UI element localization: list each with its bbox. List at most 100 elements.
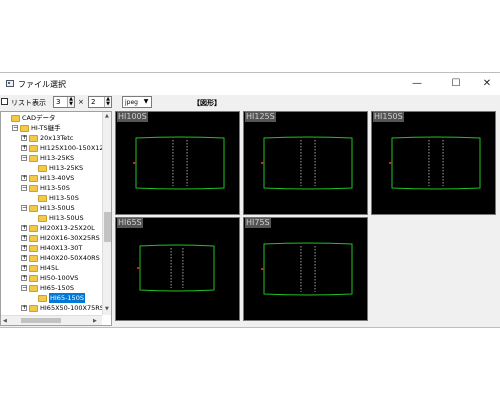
expand-icon[interactable]: + (21, 305, 27, 311)
folder-open-icon (29, 155, 38, 162)
window-title: ファイル選択 (18, 80, 66, 89)
drawing-preview (261, 242, 353, 296)
folder-icon (38, 165, 47, 172)
tree-node-label: HI50-100VS (40, 274, 79, 282)
tree-node[interactable]: HI13-25KS (1, 163, 101, 173)
origin-marker (261, 162, 264, 164)
folder-icon (38, 215, 47, 222)
tree-node[interactable]: HI65-150S (1, 293, 101, 303)
folder-icon (29, 225, 38, 232)
tree-node-label: HI40X20-50X40RS (40, 254, 100, 262)
expand-icon[interactable]: + (21, 245, 27, 251)
tree-vertical-scrollbar[interactable]: ▲ ▼ (102, 112, 111, 315)
tree-node[interactable]: − HI13-50S (1, 183, 101, 193)
app-icon (6, 80, 14, 87)
tree-node[interactable]: HI13-50US (1, 213, 101, 223)
thumbnail-tile[interactable]: HI125S (243, 111, 368, 215)
rows-spinner[interactable]: 2 ▲ ▼ (88, 96, 112, 108)
tree-node-label: HI13-50S (49, 194, 79, 202)
folder-icon (29, 255, 38, 262)
tree-node[interactable]: + HI20X13-25X20L (1, 223, 101, 233)
part-outline (263, 242, 353, 296)
list-view-label: リスト表示 (11, 99, 46, 107)
expand-icon[interactable]: + (21, 225, 27, 231)
figure-label: 【図形】 (193, 99, 221, 107)
tree-node[interactable]: + HI20X16-30X25RS (1, 233, 101, 243)
folder-open-icon (29, 185, 38, 192)
tree-node-label: HI13-40VS (40, 174, 75, 182)
expand-icon[interactable]: + (21, 145, 27, 151)
columns-spin-arrows-icon[interactable]: ▲ ▼ (67, 97, 74, 107)
collapse-icon[interactable]: − (21, 185, 27, 191)
rows-value: 2 (91, 98, 96, 106)
rows-spin-arrows-icon[interactable]: ▲ ▼ (104, 97, 111, 107)
format-select[interactable]: jpeg ▼ (122, 96, 152, 108)
expand-icon[interactable]: + (21, 135, 27, 141)
tree-node-label: HI13-50S (40, 184, 70, 192)
part-outline (263, 136, 353, 190)
tree-hscroll-thumb[interactable] (21, 318, 61, 323)
folder-icon (29, 245, 38, 252)
thumbnail-tile[interactable]: HI100S (115, 111, 240, 215)
tree-vscroll-thumb[interactable] (104, 212, 111, 242)
collapse-icon[interactable]: − (21, 205, 27, 211)
collapse-icon[interactable]: − (12, 125, 18, 131)
maximize-button[interactable]: ☐ (443, 75, 469, 93)
thumbnail-tile[interactable]: HI75S (243, 217, 368, 321)
expand-icon[interactable]: + (21, 265, 27, 271)
tree-node-label: 20x13Tetc (40, 134, 74, 142)
thumbnail-label: HI65S (117, 218, 143, 228)
tree-node-label: HI20X13-25X20L (40, 224, 95, 232)
columns-spinner[interactable]: 3 ▲ ▼ (53, 96, 75, 108)
collapse-icon[interactable]: − (21, 285, 27, 291)
folder-icon (29, 135, 38, 142)
folder-icon (29, 275, 38, 282)
tree-node[interactable]: − HI13-25KS (1, 153, 101, 163)
scroll-left-icon[interactable]: ◀ (3, 318, 7, 324)
tree-node[interactable]: HI13-50S (1, 193, 101, 203)
scroll-up-icon[interactable]: ▲ (105, 113, 109, 119)
expand-icon[interactable]: + (21, 175, 27, 181)
tree-node[interactable]: CADデータ (1, 113, 101, 123)
tree-node-label: CADデータ (22, 114, 56, 122)
drawing-preview (389, 136, 481, 190)
tree-node[interactable]: + HI65X50-100X75RS (1, 303, 104, 313)
minimize-button[interactable]: — (404, 75, 430, 93)
tree-node[interactable]: − HI13-50US (1, 203, 101, 213)
folder-tree: CADデータ − HI-TS継手 +20x13Tetc + HI125X100-150X1… (0, 111, 112, 326)
tree-horizontal-scrollbar[interactable]: ◀ ▶ (1, 315, 102, 325)
origin-marker (261, 268, 264, 270)
expand-icon[interactable]: + (21, 235, 27, 241)
tree-node-label: HI13-50US (40, 204, 75, 212)
tree-node-label: HI13-25KS (49, 164, 84, 172)
scroll-down-icon[interactable]: ▼ (105, 306, 109, 312)
columns-value: 3 (56, 98, 61, 106)
thumbnail-label: HI100S (117, 112, 148, 122)
thumbnail-tile[interactable]: HI65S (115, 217, 240, 321)
collapse-icon[interactable]: − (21, 155, 27, 161)
tree-node-label: HI13-50US (49, 214, 84, 222)
tree-node[interactable]: +20x13Tetc (1, 133, 101, 143)
thumbnail-label: HI125S (245, 112, 276, 122)
scroll-right-icon[interactable]: ▶ (93, 318, 97, 324)
expand-icon[interactable]: + (21, 275, 27, 281)
origin-marker (133, 162, 136, 164)
chevron-down-icon[interactable]: ▼ (142, 98, 150, 106)
tree-node[interactable]: − HI-TS継手 (1, 123, 101, 133)
part-outline (135, 136, 225, 190)
tree-node[interactable]: + HI40X20-50X40RS (1, 253, 101, 263)
tree-node-label: HI65-150S (40, 284, 74, 292)
close-button[interactable]: ✕ (474, 75, 500, 93)
tree-node[interactable]: + HI125X100-150X125R (1, 143, 111, 153)
tree-node[interactable]: + HI40X13-30T (1, 243, 101, 253)
tree-node[interactable]: − HI65-150S (1, 283, 101, 293)
thumbnail-tile[interactable]: HI150S (371, 111, 496, 215)
part-outline (391, 136, 481, 190)
expand-icon[interactable]: + (21, 255, 27, 261)
tree-node[interactable]: + HI50-100VS (1, 273, 101, 283)
list-view-checkbox[interactable] (1, 98, 8, 105)
tree-node[interactable]: + HI13-40VS (1, 173, 101, 183)
tree-node[interactable]: + HI45L (1, 263, 101, 273)
folder-open-icon (11, 115, 20, 122)
tree-node-label: HI-TS継手 (31, 124, 61, 132)
